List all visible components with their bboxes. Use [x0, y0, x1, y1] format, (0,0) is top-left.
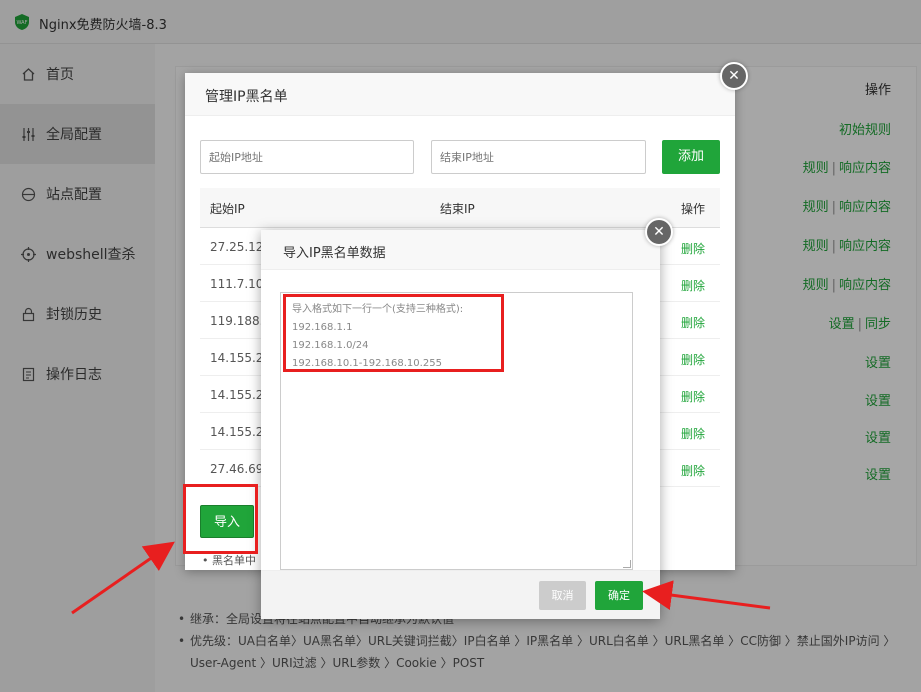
arrow-to-confirm	[642, 580, 771, 610]
arrow-to-import	[71, 541, 175, 615]
annotation-arrows	[71, 541, 771, 615]
